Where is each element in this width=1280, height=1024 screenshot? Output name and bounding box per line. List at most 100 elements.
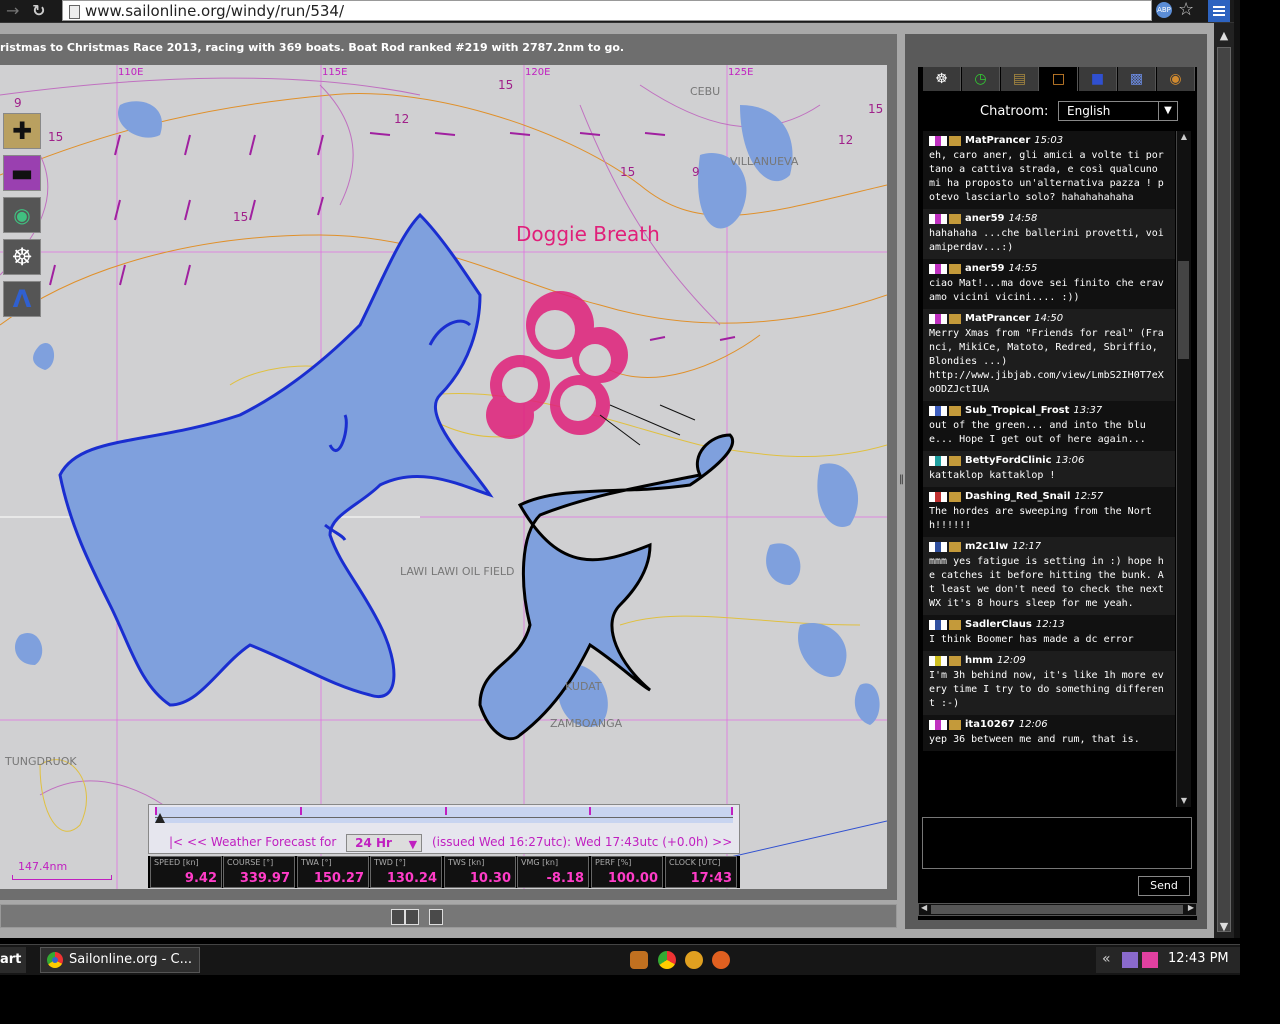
taskbar-window-title: Sailonline.org - C... [69, 952, 192, 967]
chat-author: MatPrancer 14:50 [965, 311, 1063, 327]
scroll-right-arrow-icon[interactable]: ▶ [1188, 903, 1194, 912]
app-quicklaunch-icon[interactable] [630, 951, 648, 969]
tab-leaderboard[interactable]: ▤ [1001, 67, 1039, 91]
send-button[interactable]: Send [1138, 876, 1190, 896]
race-panel: ristmas to Christmas Race 2013, racing w… [0, 34, 897, 900]
media-player-icon[interactable] [685, 951, 703, 969]
chat-message-header: Sub_Tropical_Frost 13:37 [929, 403, 1169, 419]
chat-username[interactable]: hmm [965, 655, 993, 666]
chat-message-input[interactable] [922, 817, 1192, 869]
chat-message-text: hahahaha ...che ballerini provetti, voi … [929, 228, 1170, 253]
wind-speed-label: 12 [394, 112, 410, 126]
race-map[interactable]: 110E 115E 120E 125E CEBU VILLANUEVA LAWI… [0, 65, 887, 889]
tab-helm[interactable]: ☸ [923, 67, 961, 91]
tab-chat[interactable]: □ [1040, 67, 1078, 91]
map-canvas[interactable] [0, 65, 887, 889]
wind-speed-label: 15 [498, 78, 514, 92]
messenger-icon[interactable] [1142, 952, 1158, 968]
lifebuoy-icon: ◉ [1169, 71, 1182, 87]
scroll-up-arrow-icon[interactable]: ▲ [1214, 27, 1234, 45]
chat-username[interactable]: Dashing_Red_Snail [965, 491, 1070, 502]
timeline-tick [300, 807, 302, 815]
forecast-interval-select[interactable]: 24 Hr ▼ [346, 834, 423, 852]
chrome-quicklaunch-icon[interactable] [658, 951, 676, 969]
instrument-value: 17:43 [690, 871, 732, 886]
measure-button[interactable]: Λ [3, 281, 41, 317]
chat-message-text: yep 36 between me and rum, that is. [929, 734, 1140, 745]
reload-icon[interactable]: ↻ [32, 1, 45, 21]
chat-username[interactable]: MatPrancer [965, 313, 1030, 324]
boat-flag-icon [949, 136, 961, 146]
chat-username[interactable]: Sub_Tropical_Frost [965, 405, 1069, 416]
chat-username[interactable]: aner59 [965, 213, 1005, 224]
chat-timestamp: 14:50 [1034, 313, 1064, 324]
scroll-down-arrow-icon[interactable]: ▼ [1177, 795, 1191, 807]
chat-language-select[interactable]: English ▼ [1058, 101, 1178, 121]
boat-flag-icon [949, 656, 961, 666]
tab-lifebuoy[interactable]: ◉ [1157, 67, 1195, 91]
chat-message-text: out of the green... and into the blue...… [929, 420, 1146, 445]
chat-message-list[interactable]: MatPrancer 15:03 eh, caro aner, gli amici … [923, 131, 1175, 807]
chat-author: hmm 12:09 [965, 653, 1026, 669]
firefox-icon[interactable] [712, 951, 730, 969]
chat-message: MatPrancer 14:50 Merry Xmas from "Friends … [923, 309, 1175, 401]
layout-icon[interactable] [391, 909, 405, 925]
chat-timestamp: 12:17 [1012, 541, 1042, 552]
chat-username[interactable]: ita10267 [965, 719, 1015, 730]
forecast-timeline[interactable] [155, 807, 733, 823]
scroll-down-arrow-icon[interactable]: ▼ [1214, 918, 1234, 936]
place-label: CEBU [690, 85, 721, 98]
chat-message-header: SadlerClaus 12:13 [929, 617, 1169, 633]
tab-flags[interactable]: ▩ [1118, 67, 1156, 91]
forecast-prev-button[interactable]: << [187, 835, 207, 849]
zoom-out-button[interactable]: ▬ [3, 155, 41, 191]
url-text[interactable]: www.sailonline.org/windy/run/534/ [85, 1, 344, 21]
taskbar-browser-window[interactable]: Sailonline.org - C... [40, 947, 200, 973]
tab-book[interactable]: ■ [1079, 67, 1117, 91]
tab-clock[interactable]: ◷ [962, 67, 1000, 91]
h-scroll-thumb[interactable] [931, 905, 1183, 914]
chat-language-value: English [1067, 104, 1111, 118]
page-scrollbar[interactable]: ▲ ▼ [1214, 23, 1234, 938]
timeline-tick [445, 807, 447, 815]
center-boat-button[interactable]: ◉ [3, 197, 41, 233]
chat-message-header: m2c1Iw 12:17 [929, 539, 1169, 555]
tray-expand-icon[interactable]: « [1102, 951, 1111, 967]
scroll-up-arrow-icon[interactable]: ▲ [1177, 131, 1191, 143]
layout-icon[interactable] [429, 909, 443, 925]
scroll-left-arrow-icon[interactable]: ◀ [921, 903, 927, 912]
address-bar[interactable]: www.sailonline.org/windy/run/534/ [62, 0, 1152, 21]
zoom-in-button[interactable]: ✚ [3, 113, 41, 149]
boat-flag-icon [949, 214, 961, 224]
timeline-slider-thumb[interactable] [155, 813, 165, 823]
instrument-label: CLOCK [UTC] [669, 858, 721, 867]
forecast-first-button[interactable]: |< [169, 835, 183, 849]
chat-horizontal-scrollbar[interactable]: ◀ ▶ [918, 903, 1197, 916]
weather-forecast-panel: |< << Weather Forecast for 24 Hr ▼ (issu… [148, 804, 740, 854]
chat-author: SadlerClaus 12:13 [965, 617, 1065, 633]
back-arrow-icon[interactable]: → [6, 1, 19, 21]
chat-username[interactable]: aner59 [965, 263, 1005, 274]
chat-scroll-thumb[interactable] [1178, 261, 1189, 359]
chat-scrollbar[interactable]: ▲ ▼ [1176, 131, 1191, 807]
panel-splitter[interactable]: ‖ [899, 474, 904, 490]
forecast-next-button[interactable]: >> [712, 835, 732, 849]
chat-username[interactable]: SadlerClaus [965, 619, 1032, 630]
bookmark-star-icon[interactable]: ☆ [1178, 0, 1194, 20]
network-icon[interactable] [1122, 952, 1138, 968]
chat-message-header: ita10267 12:06 [929, 717, 1169, 733]
chat-username[interactable]: MatPrancer [965, 135, 1030, 146]
adblock-icon[interactable]: ABP [1156, 2, 1172, 18]
chat-username[interactable]: m2c1Iw [965, 541, 1008, 552]
scroll-thumb[interactable] [1217, 47, 1231, 932]
start-button[interactable]: art [0, 947, 26, 973]
helm-icon: ☸ [11, 243, 33, 271]
layout-icon[interactable] [405, 909, 419, 925]
boat-flag-icon [949, 720, 961, 730]
helm-button[interactable]: ☸ [3, 239, 41, 275]
browser-menu-icon[interactable] [1208, 0, 1230, 22]
chat-panel: ☸ ◷ ▤ □ ■ ▩ ◉ Chatroom: English ▼ MatPra… [918, 67, 1197, 920]
instrument-value: 10.30 [469, 871, 511, 886]
chat-username[interactable]: BettyFordClinic [965, 455, 1052, 466]
chat-author: BettyFordClinic 13:06 [965, 453, 1084, 469]
